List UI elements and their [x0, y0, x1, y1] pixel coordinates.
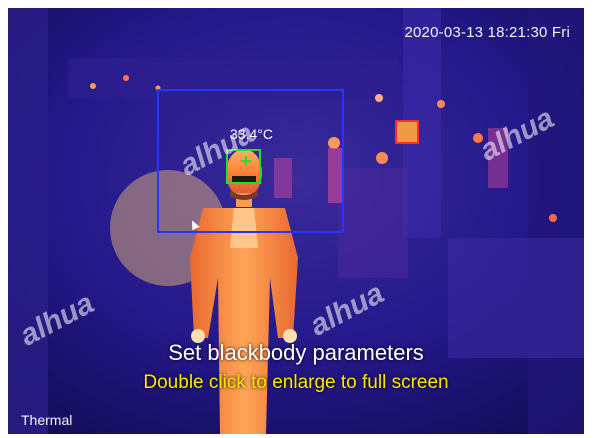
caption-subtitle: Double click to enlarge to full screen — [143, 372, 449, 393]
temperature-readout: 33.4°C — [230, 126, 273, 142]
thermal-video-frame[interactable]: alhua alhua alhua alhua 2020-03-13 18:21… — [8, 8, 584, 434]
video-timestamp: 2020-03-13 18:21:30 Fri — [404, 24, 570, 41]
thermal-scene — [8, 8, 584, 434]
channel-label: Thermal — [21, 412, 73, 428]
caption-title: Set blackbody parameters — [168, 340, 424, 365]
